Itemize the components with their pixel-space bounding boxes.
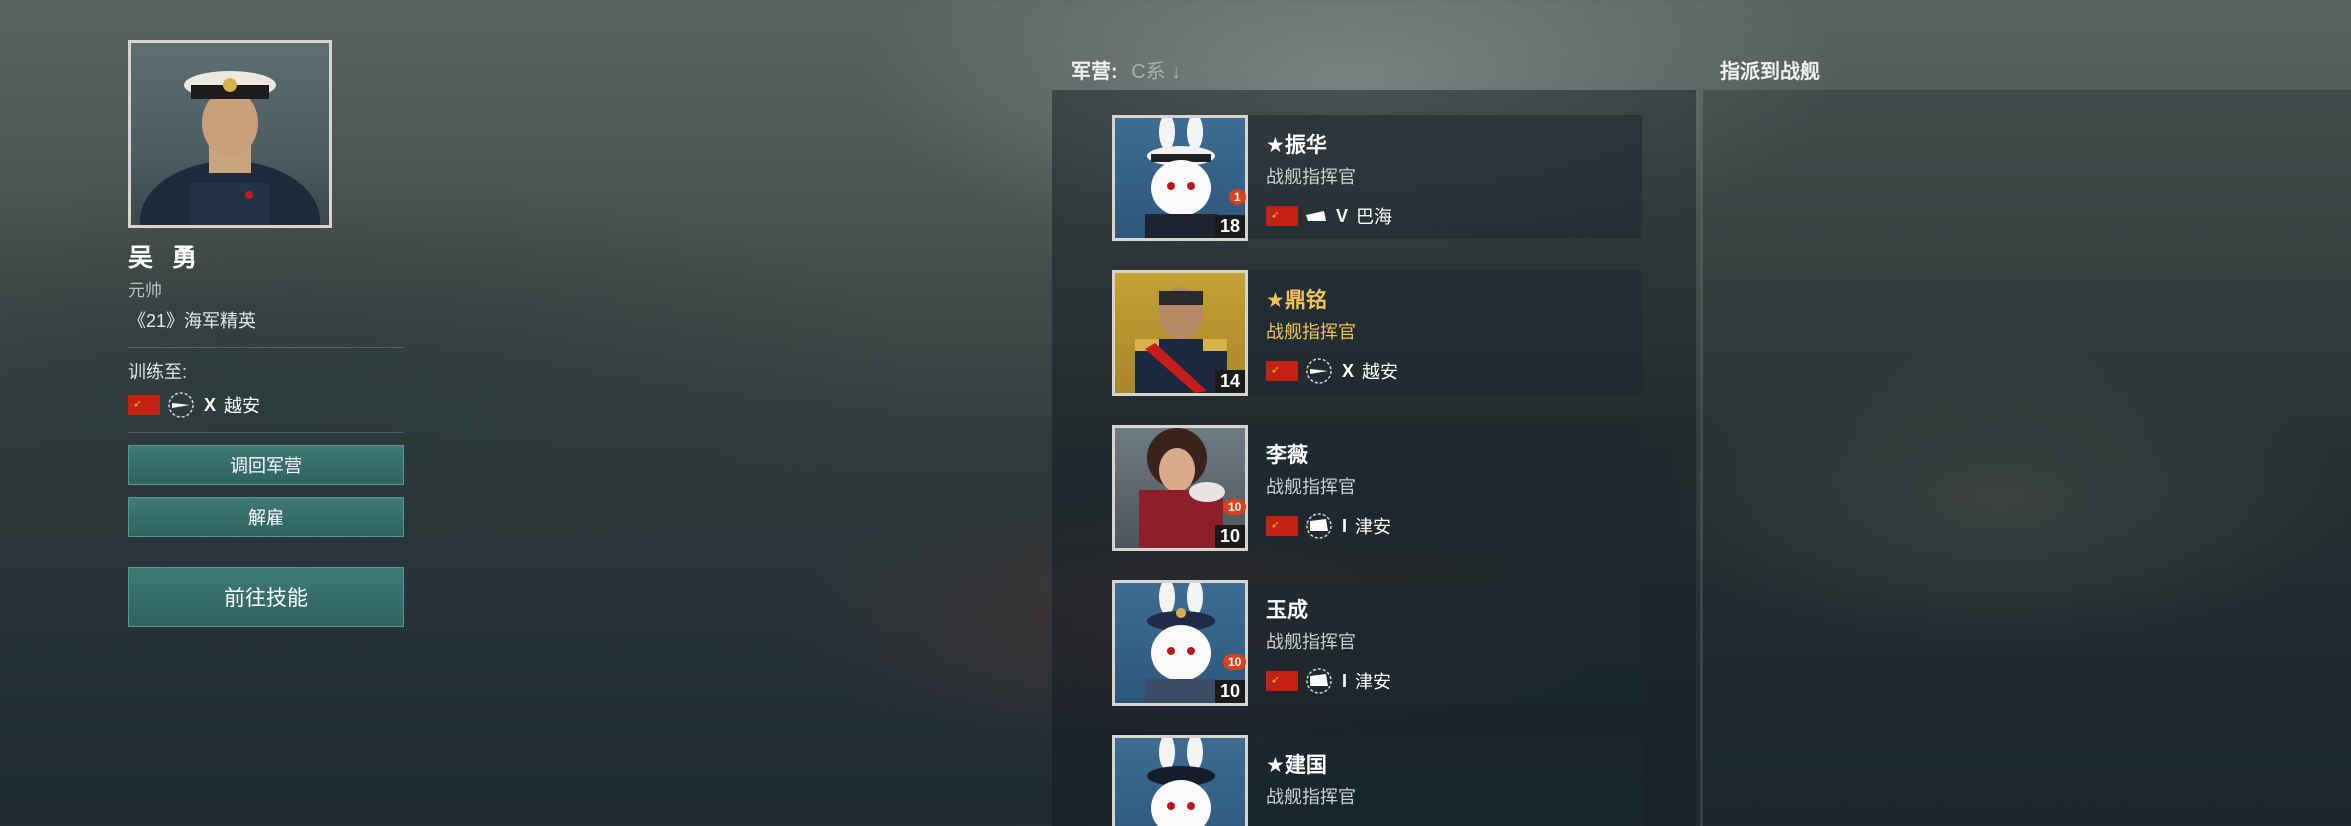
commander-panel: 吴 勇 元帅 《21》海军精英 训练至: ➶ X 越安 调回军营 解雇 前往技能	[128, 40, 404, 627]
commander-level: 10	[1214, 680, 1245, 703]
commander-portrait	[128, 40, 332, 228]
commander-level: 10	[1214, 525, 1245, 548]
recall-to-barracks-button[interactable]: 调回军营	[128, 445, 404, 485]
card-ship-name: 越安	[1362, 362, 1399, 382]
pan-asia-flag-icon: ➶	[1266, 206, 1298, 226]
battleship-class-icon	[1306, 211, 1326, 221]
commander-card-portrait: 10	[1112, 425, 1248, 551]
trained-tier: X	[204, 394, 217, 415]
commander-card-portrait	[1112, 735, 1248, 826]
barracks-list[interactable]: 18 1 ★振华 战舰指挥官 ➶ V 巴海 14 ★鼎铭 战舰指挥官 ➶ X 越…	[1052, 90, 1696, 826]
commander-level: 18	[1214, 215, 1245, 238]
commander-rank: 元帅	[128, 281, 162, 300]
battleship-class-icon	[1306, 513, 1332, 539]
card-commander-name: ★建国	[1266, 754, 1327, 777]
card-tier: X	[1342, 360, 1355, 381]
card-tier: I	[1342, 670, 1348, 691]
commander-name: 吴 勇	[128, 244, 203, 272]
commander-card-portrait: 10	[1112, 580, 1248, 706]
commander-card[interactable]: ★建国 战舰指挥官	[1112, 735, 1642, 826]
card-ship-name: 巴海	[1356, 207, 1393, 227]
card-info: 玉成 战舰指挥官 ➶ I 津安	[1266, 594, 1391, 694]
commander-card-portrait: 18	[1112, 115, 1248, 241]
commander-card[interactable]: 14 ★鼎铭 战舰指挥官 ➶ X 越安	[1112, 270, 1642, 396]
commander-card-portrait: 14	[1112, 270, 1248, 396]
card-ship-name: 津安	[1355, 517, 1392, 537]
card-ship: ➶ V 巴海	[1266, 203, 1392, 229]
card-commander-name: ★鼎铭	[1266, 289, 1327, 312]
commander-card[interactable]: 10 10 玉成 战舰指挥官 ➶ I 津安	[1112, 580, 1642, 706]
dismiss-button[interactable]: 解雇	[128, 497, 404, 537]
go-to-skills-button[interactable]: 前往技能	[128, 567, 404, 627]
card-tier: I	[1342, 515, 1348, 536]
commander-card[interactable]: 18 1 ★振华 战舰指挥官 ➶ V 巴海	[1112, 115, 1642, 241]
pan-asia-flag-icon: ➶	[1266, 516, 1298, 536]
assign-to-ship-panel	[1700, 90, 2351, 826]
trained-label: 训练至:	[128, 362, 188, 382]
battleship-class-icon	[1306, 668, 1332, 694]
card-info: 李薇 战舰指挥官 ➶ I 津安	[1266, 439, 1391, 539]
divider	[128, 432, 404, 433]
card-info: ★鼎铭 战舰指挥官 ➶ X 越安	[1266, 284, 1398, 384]
card-commander-role: 战舰指挥官	[1266, 322, 1356, 342]
card-ship: ➶ I 津安	[1266, 668, 1391, 694]
divider	[128, 347, 404, 348]
commander-level: 14	[1214, 370, 1245, 393]
assign-to-ship-header: 指派到战舰	[1720, 61, 1820, 83]
barracks-label: 军营:	[1071, 61, 1118, 83]
card-commander-role: 战舰指挥官	[1266, 787, 1356, 807]
card-commander-name: 玉成	[1266, 599, 1308, 622]
card-info: ★建国 战舰指挥官	[1266, 749, 1356, 809]
card-commander-role: 战舰指挥官	[1266, 632, 1356, 652]
card-commander-role: 战舰指挥官	[1266, 167, 1356, 187]
barracks-filter-dropdown[interactable]: C系 ↓	[1131, 61, 1181, 83]
trained-ship-name: 越安	[224, 396, 261, 416]
commander-elite-level: 《21》海军精英	[128, 311, 257, 331]
trained-ship: ➶ X 越安	[128, 392, 404, 418]
pan-asia-flag-icon: ➶	[128, 395, 160, 415]
barracks-header: 军营: C系 ↓	[1071, 55, 1181, 84]
battleship-class-icon	[1306, 358, 1332, 384]
card-commander-role: 战舰指挥官	[1266, 477, 1356, 497]
card-tier: V	[1336, 205, 1349, 226]
card-ship: ➶ I 津安	[1266, 513, 1391, 539]
card-ship: ➶ X 越安	[1266, 358, 1398, 384]
pan-asia-flag-icon: ➶	[1266, 671, 1298, 691]
unspent-points-badge: 10	[1223, 654, 1247, 670]
unspent-points-badge: 1	[1229, 189, 1246, 205]
battleship-class-icon	[168, 392, 194, 418]
card-info: ★振华 战舰指挥官 ➶ V 巴海	[1266, 129, 1392, 229]
commander-card[interactable]: 10 10 李薇 战舰指挥官 ➶ I 津安	[1112, 425, 1642, 551]
pan-asia-flag-icon: ➶	[1266, 361, 1298, 381]
card-commander-name: ★振华	[1266, 134, 1327, 157]
card-ship-name: 津安	[1355, 672, 1392, 692]
card-commander-name: 李薇	[1266, 444, 1308, 467]
unspent-points-badge: 10	[1223, 499, 1247, 515]
